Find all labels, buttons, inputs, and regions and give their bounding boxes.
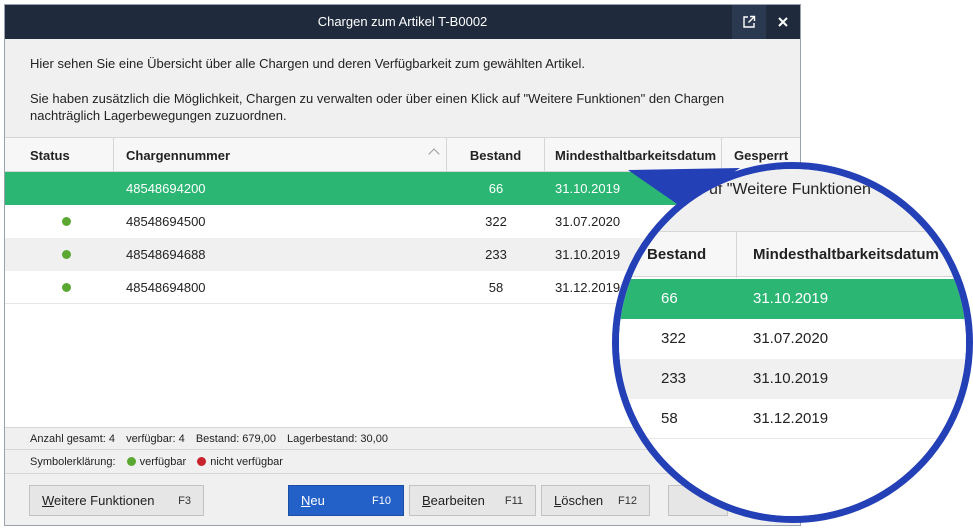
legend-label: Symbolerklärung: — [30, 456, 116, 468]
shortcut-f3: F3 — [178, 494, 191, 507]
intro-line-1: Hier sehen Sie eine Übersicht über alle … — [30, 56, 585, 71]
cell-bestand: 58 — [488, 280, 504, 295]
magnified-header-bestand: Bestand — [647, 246, 707, 263]
magnified-mhd: 31.10.2019 — [753, 290, 829, 307]
status-dot-icon — [62, 184, 71, 193]
status-dot-icon — [62, 217, 71, 226]
cell-bestand: 66 — [488, 181, 504, 196]
title-bar: Chargen zum Artikel T-B0002 — [5, 5, 800, 39]
new-label: Neu — [301, 493, 325, 508]
external-link-icon[interactable] — [732, 5, 766, 39]
cell-bestand: 322 — [485, 214, 507, 229]
header-divider — [736, 232, 737, 278]
available-dot-icon — [126, 457, 136, 466]
shortcut-f10: F10 — [372, 494, 391, 507]
magnified-intro: uf "Weitere Funktionen — [619, 169, 966, 231]
header-divider — [956, 232, 957, 278]
magnified-bestand: 233 — [661, 370, 687, 387]
magnified-bestand: 58 — [661, 410, 678, 427]
magnified-mhd: 31.10.2019 — [753, 370, 829, 387]
magnified-intro-text: uf "Weitere Funktionen — [709, 181, 871, 198]
edit-label: Bearbeiten — [422, 493, 485, 508]
magnified-bestand: 66 — [661, 290, 678, 307]
legend-unavailable: nicht verfügbar — [210, 456, 283, 468]
magnified-row: 233 31.10.2019 — [619, 359, 966, 399]
new-button[interactable]: Neu F10 — [288, 485, 404, 516]
cell-mhd: 31.07.2020 — [555, 214, 621, 229]
status-dot-icon — [62, 250, 71, 259]
column-header-mhd[interactable]: Mindesthaltbarkeitsdatum — [545, 138, 722, 171]
unavailable-dot-icon — [197, 457, 207, 466]
cell-mhd: 31.10.2019 — [555, 247, 621, 262]
magnified-mhd: 31.07.2020 — [753, 330, 829, 347]
column-header-status[interactable]: Status — [5, 138, 114, 171]
cell-chargennummer: 48548694200 — [126, 181, 206, 196]
magnified-row: 322 31.07.2020 — [619, 319, 966, 359]
legend-available: verfügbar — [139, 456, 187, 468]
cell-chargennummer: 48548694688 — [126, 247, 206, 262]
more-functions-button[interactable]: Weitere Funktionen F3 — [29, 485, 204, 516]
cell-chargennummer: 48548694800 — [126, 280, 206, 295]
magnified-header: Bestand Mindesthaltbarkeitsdatum — [619, 231, 966, 278]
magnified-mhd: 31.12.2019 — [753, 410, 829, 427]
cell-mhd: 31.12.2019 — [555, 280, 621, 295]
close-icon[interactable] — [766, 5, 800, 39]
magnified-bestand: 322 — [661, 330, 687, 347]
column-header-bestand[interactable]: Bestand — [447, 138, 545, 171]
cell-bestand: 233 — [485, 247, 507, 262]
intro-text: Hier sehen Sie eine Übersicht über alle … — [5, 39, 800, 137]
magnified-row: 58 31.12.2019 — [619, 399, 966, 439]
cell-chargennummer: 48548694500 — [126, 214, 206, 229]
summary-available: verfügbar: 4 — [126, 433, 185, 445]
status-dot-icon — [62, 283, 71, 292]
shortcut-f11: F11 — [504, 494, 523, 507]
window-title: Chargen zum Artikel T-B0002 — [317, 14, 488, 29]
summary-stock: Bestand: 679,00 — [195, 433, 276, 445]
magnified-header-mhd: Mindesthaltbarkeitsdatum — [753, 246, 939, 263]
edit-button[interactable]: Bearbeiten F11 — [409, 485, 536, 516]
delete-label: Löschen — [554, 493, 604, 508]
summary-warehouse-stock: Lagerbestand: 30,00 — [287, 433, 388, 445]
summary-total: Anzahl gesamt: 4 — [30, 433, 115, 445]
table-header: Status Chargennummer Bestand Mindesthalt… — [5, 138, 800, 172]
more-functions-label: Weitere Funktionen — [42, 493, 155, 508]
magnified-empty-area — [619, 440, 966, 516]
cell-mhd: 31.10.2019 — [555, 181, 621, 196]
intro-line-2: Sie haben zusätzlich die Möglichkeit, Ch… — [30, 91, 725, 123]
column-header-chargennummer[interactable]: Chargennummer — [114, 138, 447, 171]
magnified-row: 66 31.10.2019 — [619, 279, 966, 319]
magnifier-lens: uf "Weitere Funktionen Bestand Mindestha… — [612, 162, 973, 523]
